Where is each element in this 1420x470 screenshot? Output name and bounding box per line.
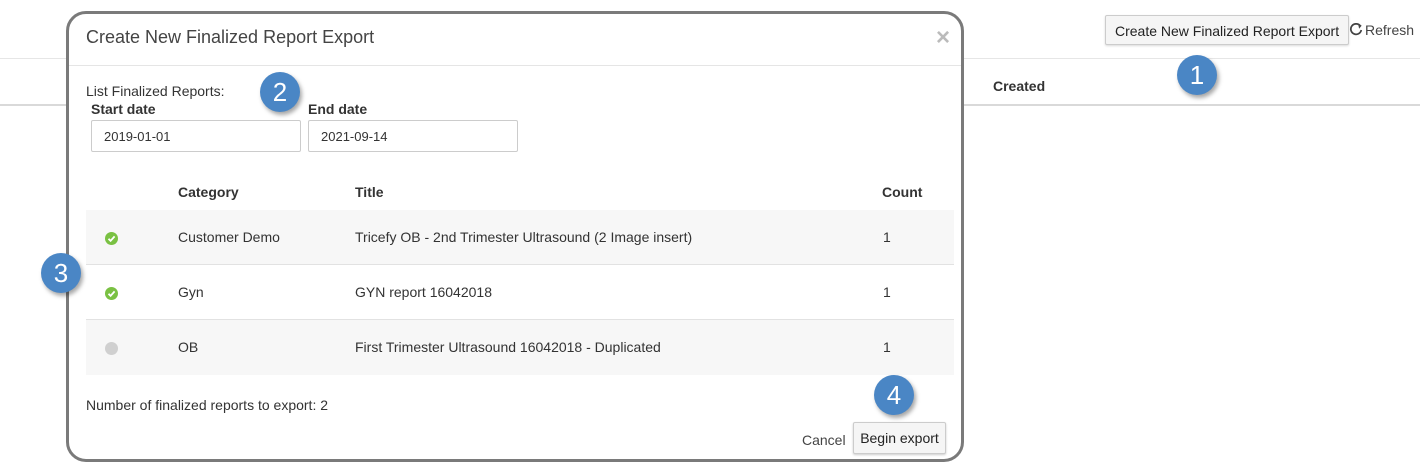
- end-date-label: End date: [308, 101, 368, 117]
- table-header: Category Title Count: [86, 174, 954, 212]
- check-icon[interactable]: [105, 287, 118, 300]
- step-badge-1: 1: [1177, 55, 1217, 95]
- list-finalized-label: List Finalized Reports:: [86, 83, 225, 99]
- refresh-label: Refresh: [1365, 22, 1415, 38]
- refresh-icon: [1349, 23, 1363, 36]
- row-title: GYN report 16042018: [355, 284, 492, 300]
- column-header-category: Category: [178, 184, 239, 200]
- step-badge-2: 2: [260, 72, 300, 112]
- column-header-created: Created: [993, 78, 1046, 94]
- table-row[interactable]: Gyn GYN report 16042018 1: [86, 265, 954, 320]
- row-count: 1: [883, 229, 891, 245]
- begin-export-button[interactable]: Begin export: [853, 422, 946, 454]
- dialog-header-divider: [69, 65, 961, 66]
- step-badge-3: 3: [41, 253, 81, 293]
- step-badge-4: 4: [874, 375, 914, 415]
- export-count-text: Number of finalized reports to export: 2: [86, 397, 329, 413]
- row-category: Gyn: [178, 284, 204, 300]
- refresh-button[interactable]: Refresh: [1349, 22, 1414, 38]
- export-dialog: Create New Finalized Report Export × Lis…: [66, 11, 964, 462]
- row-category: OB: [178, 339, 199, 355]
- column-header-title: Title: [355, 184, 384, 200]
- table-row[interactable]: Customer Demo Tricefy OB - 2nd Trimester…: [86, 210, 954, 265]
- column-header-count: Count: [882, 184, 923, 200]
- row-count: 1: [883, 284, 891, 300]
- row-title: First Trimester Ultrasound 16042018 - Du…: [355, 339, 661, 355]
- check-icon[interactable]: [105, 232, 118, 245]
- row-count: 1: [883, 339, 891, 355]
- table-row[interactable]: OB First Trimester Ultrasound 16042018 -…: [86, 320, 954, 375]
- cancel-button[interactable]: Cancel: [802, 432, 846, 448]
- unchecked-circle-icon[interactable]: [105, 342, 118, 355]
- start-date-input[interactable]: [91, 120, 301, 152]
- row-category: Customer Demo: [178, 229, 280, 245]
- dialog-title: Create New Finalized Report Export: [86, 27, 375, 47]
- create-export-button[interactable]: Create New Finalized Report Export: [1105, 15, 1350, 45]
- row-title: Tricefy OB - 2nd Trimester Ultrasound (2…: [355, 229, 693, 245]
- start-date-label: Start date: [91, 101, 156, 117]
- close-icon[interactable]: ×: [936, 26, 950, 50]
- end-date-input[interactable]: [308, 120, 518, 152]
